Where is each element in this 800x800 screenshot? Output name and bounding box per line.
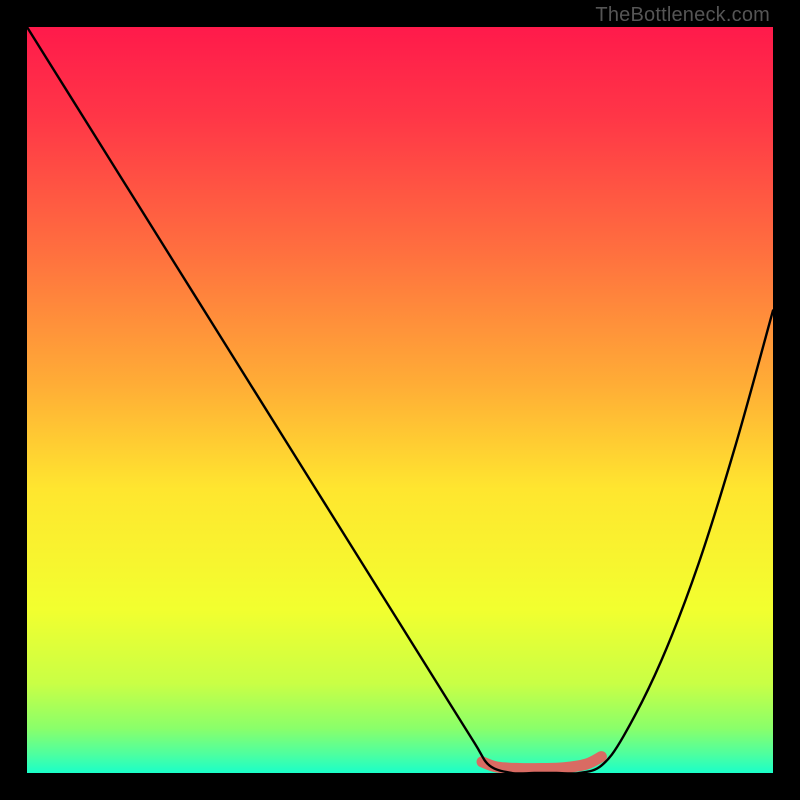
- curves-layer: [27, 27, 773, 773]
- outer-frame: TheBottleneck.com: [0, 0, 800, 800]
- bottleneck-curve: [27, 27, 773, 773]
- plot-area: [27, 27, 773, 773]
- watermark-text: TheBottleneck.com: [595, 4, 770, 27]
- ideal-band: [482, 757, 601, 769]
